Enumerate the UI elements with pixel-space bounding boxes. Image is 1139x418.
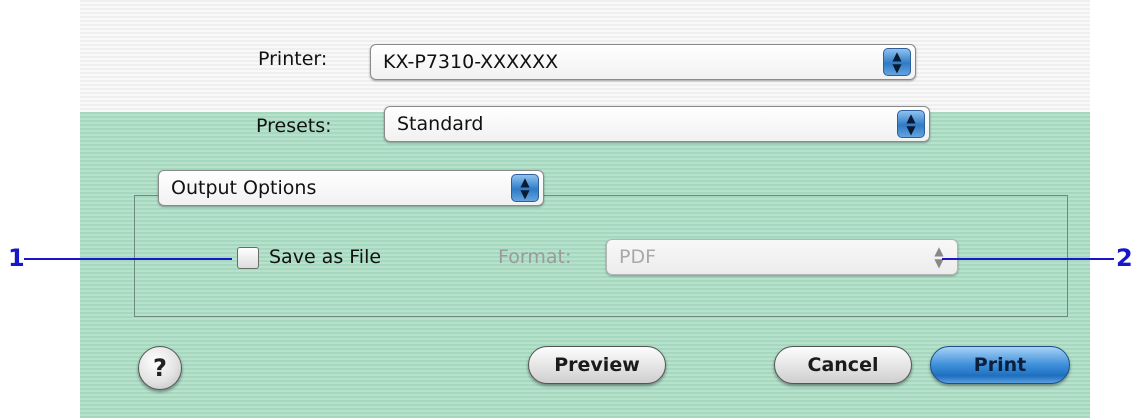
popup-arrows-icon: ▲ ▼ (883, 48, 911, 76)
cancel-button[interactable]: Cancel (774, 346, 912, 384)
printer-value: KX-P7310-XXXXXX (383, 51, 559, 73)
print-button[interactable]: Print (930, 346, 1070, 384)
preview-button[interactable]: Preview (528, 346, 666, 384)
printer-label: Printer: (258, 48, 328, 70)
format-value: PDF (619, 246, 657, 268)
popup-arrows-icon: ▲ ▼ (897, 110, 925, 138)
callout-number-2: 2 (1116, 244, 1133, 272)
format-popup[interactable]: PDF ▲ ▼ (606, 239, 958, 275)
save-as-file-label[interactable]: Save as File (269, 246, 381, 268)
format-label: Format: (498, 246, 572, 268)
presets-popup[interactable]: Standard ▲ ▼ (384, 106, 930, 142)
callout-line-1 (24, 258, 232, 260)
help-button[interactable]: ? (138, 346, 182, 390)
popup-arrows-icon: ▲ ▼ (511, 174, 539, 202)
callout-number-1: 1 (8, 244, 25, 272)
save-as-file-checkbox[interactable] (237, 247, 259, 269)
panel-selector-popup[interactable]: Output Options ▲ ▼ (158, 170, 544, 206)
callout-line-2 (942, 258, 1114, 260)
presets-label: Presets: (256, 115, 332, 137)
printer-popup[interactable]: KX-P7310-XXXXXX ▲ ▼ (370, 44, 916, 80)
presets-value: Standard (397, 113, 484, 135)
panel-selector-value: Output Options (171, 177, 317, 199)
popup-arrows-icon: ▲ ▼ (934, 244, 944, 270)
